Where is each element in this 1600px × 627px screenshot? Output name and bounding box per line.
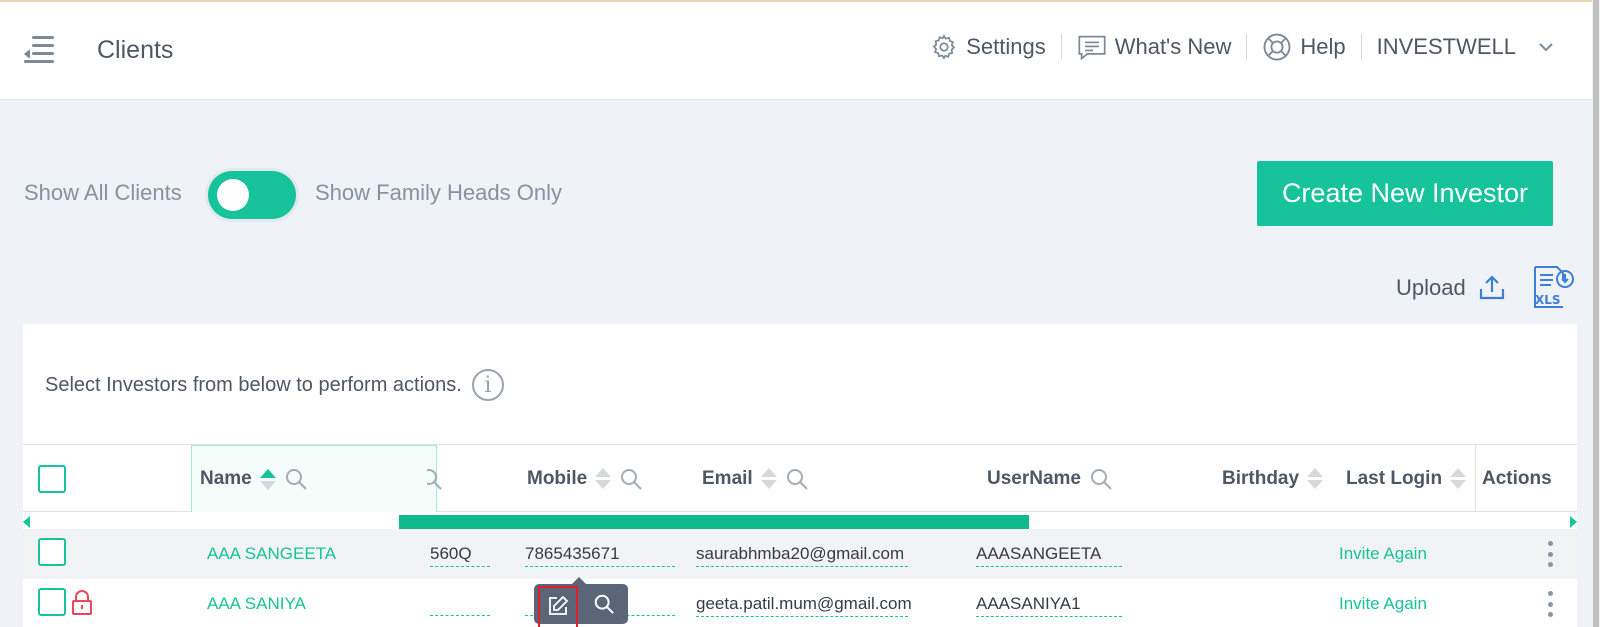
row-actions-kebab-icon[interactable] [1547, 541, 1553, 567]
account-menu[interactable]: INVESTWELL [1377, 34, 1554, 60]
email-cell[interactable]: saurabhmba20@gmail.com [696, 544, 908, 567]
email-cell[interactable]: geeta.patil.mum@gmail.com [696, 594, 912, 617]
menu-collapse-icon[interactable] [24, 36, 56, 70]
invite-again-link[interactable]: Invite Again [1339, 544, 1427, 564]
client-name-link[interactable]: AAA SANGEETA [207, 544, 336, 564]
show-all-clients-label: Show All Clients [24, 180, 182, 205]
xls-label: XLS [1535, 293, 1561, 307]
table-row[interactable]: AAA SANGEETA 560Q 7865435671 saurabhmba2… [23, 529, 1577, 579]
edit-button[interactable] [538, 586, 578, 627]
column-username[interactable]: UserName [987, 445, 1113, 512]
upload-icon [1479, 275, 1504, 300]
message-icon [1078, 35, 1106, 61]
column-last-login[interactable]: Last Login [1346, 445, 1467, 512]
vertical-scrollbar-thumb[interactable] [1593, 0, 1599, 627]
info-icon[interactable]: i [471, 369, 504, 401]
nav-settings-label: Settings [966, 34, 1046, 59]
column-username-label: UserName [987, 467, 1081, 489]
search-pan-icon[interactable] [427, 467, 443, 491]
column-name[interactable]: Name [191, 445, 437, 512]
sort-birthday-icon[interactable] [1307, 468, 1324, 489]
select-all-checkbox[interactable] [38, 464, 66, 493]
column-last-login-label: Last Login [1346, 467, 1443, 489]
helper-text: Select Investors from below to perform a… [45, 373, 462, 396]
horizontal-scrollbar-thumb[interactable] [399, 515, 1029, 529]
username-cell[interactable]: AAASANGEETA [976, 544, 1122, 567]
column-actions: Actions [1482, 445, 1552, 512]
pan-cell[interactable]: 560Q [430, 544, 490, 567]
column-birthday-label: Birthday [1222, 467, 1300, 489]
nav-help-label: Help [1300, 34, 1346, 59]
mobile-cell[interactable]: 7865435671 [525, 544, 675, 567]
xls-download-icon[interactable]: XLS [1531, 264, 1575, 310]
invite-again-link[interactable]: Invite Again [1339, 594, 1427, 614]
nav-divider [1060, 34, 1062, 60]
edit-icon [549, 595, 569, 615]
chevron-down-icon [1539, 43, 1553, 52]
nav-help[interactable]: Help [1262, 32, 1346, 62]
upload-label: Upload [1396, 275, 1466, 300]
horizontal-scrollbar[interactable] [23, 513, 1577, 529]
lock-icon[interactable] [71, 590, 93, 616]
toggle-knob [217, 179, 249, 211]
nav-divider [1246, 34, 1248, 60]
column-actions-label: Actions [1482, 467, 1552, 489]
gear-icon [932, 34, 956, 60]
column-email[interactable]: Email [702, 445, 809, 512]
nav-whats-new-label: What's New [1114, 34, 1232, 59]
column-email-label: Email [702, 467, 753, 489]
sort-mobile-icon[interactable] [595, 468, 612, 489]
column-birthday[interactable]: Birthday [1222, 445, 1324, 512]
column-mobile-label: Mobile [527, 467, 588, 489]
scroll-right-arrow-icon[interactable] [1570, 516, 1577, 528]
upload-button[interactable]: Upload [1396, 275, 1506, 301]
column-name-label: Name [200, 468, 252, 489]
select-all-checkbox-cell [38, 445, 66, 512]
row-checkbox[interactable] [38, 538, 66, 566]
nav-whats-new[interactable]: What's New [1077, 33, 1232, 61]
table-header: Name Mobile Email UserName Birthday Last… [23, 444, 1577, 512]
pan-cell[interactable] [430, 594, 490, 616]
family-heads-toggle[interactable] [208, 171, 296, 219]
sort-name-icon[interactable] [259, 468, 276, 490]
sort-email-icon[interactable] [760, 468, 777, 489]
lifebuoy-icon [1263, 33, 1291, 61]
search-username-icon[interactable] [1089, 467, 1113, 491]
create-new-investor-button[interactable]: Create New Investor [1257, 161, 1553, 226]
column-mobile[interactable]: Mobile [527, 445, 643, 512]
actions-divider [1475, 445, 1476, 512]
sort-last-login-icon[interactable] [1450, 468, 1467, 489]
vertical-scrollbar[interactable] [1592, 0, 1600, 627]
row-actions-kebab-icon[interactable] [1547, 591, 1553, 617]
account-name: INVESTWELL [1376, 34, 1516, 59]
row-checkbox[interactable] [38, 588, 66, 616]
search-icon [594, 594, 614, 614]
cell-action-popover [534, 577, 628, 627]
scroll-left-arrow-icon[interactable] [23, 516, 30, 528]
nav-settings[interactable]: Settings [930, 33, 1046, 61]
search-email-icon[interactable] [785, 467, 809, 491]
client-name-link[interactable]: AAA SANIYA [207, 594, 306, 614]
search-name-icon[interactable] [284, 467, 308, 491]
column-pan-partial[interactable] [427, 445, 449, 512]
page-title: Clients [97, 36, 174, 64]
helper-text-row: Select Investors from below to perform a… [45, 369, 504, 401]
nav-divider [1360, 34, 1362, 60]
top-navigation: Settings What's New Help INVESTWELL [930, 30, 1554, 64]
search-mobile-icon[interactable] [619, 467, 643, 491]
show-family-heads-label: Show Family Heads Only [315, 180, 562, 205]
username-cell[interactable]: AAASANIYA1 [976, 594, 1122, 617]
investors-panel: Select Investors from below to perform a… [23, 324, 1577, 627]
search-button[interactable] [584, 587, 624, 621]
table-row[interactable]: AAA SANIYA geeta.patil.mum@gmail.com AAA… [23, 579, 1577, 627]
top-bar: Clients Settings What's New Help INVESTW… [0, 0, 1592, 100]
